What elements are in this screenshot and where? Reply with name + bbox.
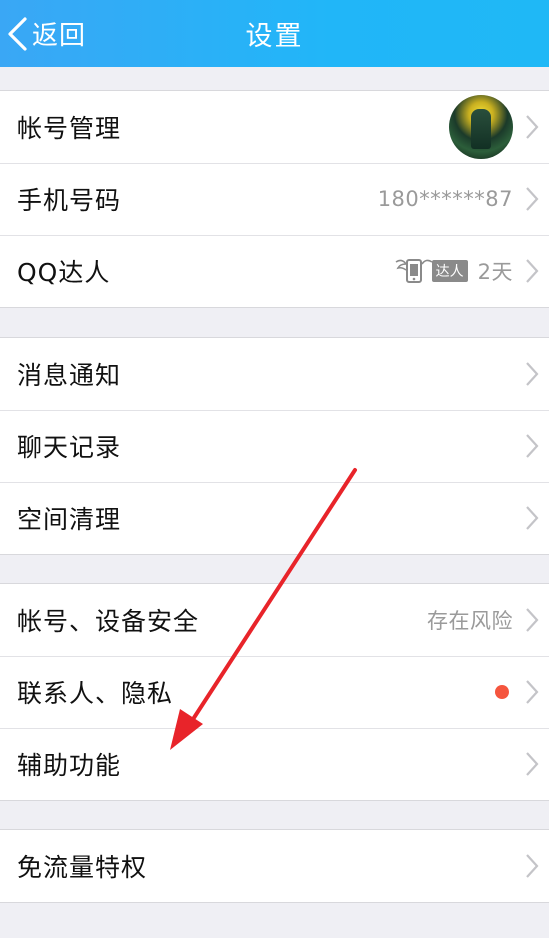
chevron-right-icon <box>526 362 539 386</box>
chevron-right-icon <box>526 854 539 878</box>
row-space-clean[interactable]: 空间清理 <box>0 482 549 554</box>
chevron-right-icon <box>526 608 539 632</box>
daren-badge-label: 达人 <box>431 260 468 282</box>
row-label: 空间清理 <box>17 505 122 534</box>
chevron-right-icon <box>526 115 539 139</box>
row-contacts-privacy[interactable]: 联系人、隐私 <box>0 656 549 728</box>
daren-days-value: 2天 <box>477 260 513 284</box>
settings-group-messages: 消息通知 聊天记录 空间清理 <box>0 337 549 555</box>
chevron-right-icon <box>526 506 539 530</box>
row-label: 免流量特权 <box>17 853 148 882</box>
settings-group-privilege: 免流量特权 <box>0 829 549 903</box>
row-label: 帐号管理 <box>17 114 122 143</box>
daren-badge: 达人 <box>394 256 468 286</box>
row-account-management[interactable]: 帐号管理 <box>0 91 549 163</box>
row-qq-daren[interactable]: QQ达人 达人 2天 <box>0 235 549 307</box>
row-label: 聊天记录 <box>17 433 122 462</box>
settings-group-security: 帐号、设备安全 存在风险 联系人、隐私 辅助功能 <box>0 583 549 801</box>
row-label: 帐号、设备安全 <box>17 607 200 636</box>
chevron-right-icon <box>526 434 539 458</box>
chevron-right-icon <box>526 752 539 776</box>
row-account-device-security[interactable]: 帐号、设备安全 存在风险 <box>0 584 549 656</box>
row-accessibility[interactable]: 辅助功能 <box>0 728 549 800</box>
avatar <box>449 95 513 159</box>
new-indicator-dot <box>495 685 509 699</box>
row-label: 手机号码 <box>17 186 122 215</box>
row-free-traffic[interactable]: 免流量特权 <box>0 830 549 902</box>
page-title: 设置 <box>245 21 304 52</box>
row-label: QQ达人 <box>17 258 111 287</box>
row-label: 消息通知 <box>17 361 122 390</box>
row-label: 辅助功能 <box>17 751 122 780</box>
nav-bar: 返回 设置 <box>0 0 549 67</box>
chevron-right-icon <box>526 187 539 211</box>
settings-group-account: 帐号管理 手机号码 180******87 QQ达人 达人 2天 <box>0 90 549 308</box>
chevron-right-icon <box>526 680 539 704</box>
daren-wing-phone-icon <box>395 259 433 283</box>
chevron-right-icon <box>526 259 539 283</box>
phone-value: 180******87 <box>377 187 513 211</box>
row-message-notify[interactable]: 消息通知 <box>0 338 549 410</box>
security-status: 存在风险 <box>427 609 513 633</box>
row-label: 联系人、隐私 <box>17 679 174 708</box>
row-phone-number[interactable]: 手机号码 180******87 <box>0 163 549 235</box>
row-chat-history[interactable]: 聊天记录 <box>0 410 549 482</box>
